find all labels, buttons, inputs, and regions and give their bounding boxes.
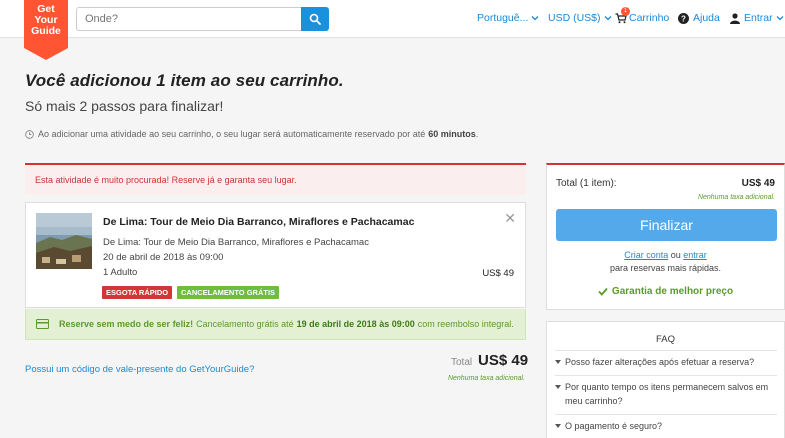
clock-icon (25, 129, 34, 139)
cancellation-banner: Reserve sem medo de ser feliz! Cancelame… (25, 309, 526, 340)
help-icon: ? (678, 12, 689, 24)
faq-title: FAQ (655, 334, 675, 345)
reservation-notice-text: Ao adicionar uma atividade ao seu carrin… (38, 129, 426, 139)
order-summary: Total (1 item): US$ 49 Nenhuma taxa adic… (546, 163, 785, 310)
top-header: Get Your Guide Portuguê... USD (US$) 1 C… (0, 0, 785, 60)
faster-booking-text: para reservas mais rápidas. (609, 263, 722, 273)
chevron-down-icon (776, 16, 784, 21)
create-account-link[interactable]: Criar conta (624, 250, 668, 260)
participants: 1 Adulto (103, 267, 138, 278)
faq-panel: FAQ Posso fazer alterações após efetuar … (546, 321, 785, 438)
chevron-down-icon (531, 16, 539, 21)
login-label: Entrar (744, 12, 773, 24)
total-label: Total (451, 357, 473, 368)
help-link[interactable]: ? Ajuda (678, 12, 720, 24)
logo-text: Get Your Guide (31, 3, 61, 37)
total-value: US$ 49 (478, 352, 529, 369)
reservation-time: 60 minutos (428, 129, 476, 139)
chevron-down-icon (604, 16, 611, 21)
checkout-button[interactable]: Finalizar (556, 209, 777, 241)
summary-no-tax: Nenhuma taxa adicional. (697, 194, 775, 201)
search-icon (309, 13, 321, 25)
svg-text:?: ? (681, 14, 686, 23)
help-label: Ajuda (693, 12, 720, 24)
currency-label: USD (US$) (548, 12, 601, 24)
cancellation-banner-text: Cancelamento grátis até (196, 319, 294, 329)
credit-card-icon (36, 319, 49, 329)
activity-thumbnail[interactable] (36, 213, 92, 269)
checkmark-icon (598, 287, 608, 296)
activity-option: De Lima: Tour de Meio Dia Barranco, Mira… (103, 237, 369, 248)
item-price: US$ 49 (482, 268, 514, 279)
summary-total-label: Total (1 item): (556, 178, 617, 189)
currency-selector[interactable]: USD (US$) (548, 12, 612, 24)
or-text: ou (670, 250, 681, 260)
login-link-inline[interactable]: entrar (683, 250, 707, 260)
cart-count-badge: 1 (621, 6, 630, 16)
page-subtitle: Só mais 2 passos para finalizar! (25, 98, 224, 114)
cart-link[interactable]: 1 Carrinho (615, 6, 670, 24)
remove-item-button[interactable]: ✕ (504, 211, 516, 225)
activity-title[interactable]: De Lima: Tour de Meio Dia Barranco, Mira… (103, 216, 414, 228)
cancellation-deadline: 19 de abril de 2018 às 09:00 (296, 319, 415, 329)
activity-date: 20 de abril de 2018 às 09:00 (103, 252, 224, 263)
language-selector[interactable]: Portuguê... (477, 12, 539, 24)
best-price-guarantee[interactable]: Garantia de melhor preço (547, 286, 784, 297)
selling-fast-badge: ESGOTA RÁPIDO (102, 286, 173, 299)
faq-item[interactable]: Posso fazer alterações após efetuar a re… (555, 350, 777, 369)
account-prompt: Criar conta ou entrar (547, 250, 784, 260)
user-icon (730, 12, 740, 24)
page-title: Você adicionou 1 item ao seu carrinho. (25, 71, 344, 90)
login-link[interactable]: Entrar (730, 12, 784, 24)
popularity-alert-text: Esta atividade é muito procurada! Reserv… (35, 175, 297, 185)
guarantee-label: Garantia de melhor preço (611, 286, 734, 297)
no-tax-note: Nenhuma taxa adicional. (447, 375, 525, 382)
cart-item-card: De Lima: Tour de Meio Dia Barranco, Mira… (25, 202, 526, 308)
language-label: Portuguê... (477, 12, 529, 24)
faq-item[interactable]: Por quanto tempo os itens permanecem sal… (555, 375, 777, 408)
search-button[interactable] (301, 7, 329, 31)
cart-label: Carrinho (629, 12, 670, 24)
summary-total-value: US$ 49 (741, 178, 775, 189)
gift-voucher-link[interactable]: Possui um código de vale-presente do Get… (25, 364, 254, 375)
free-cancellation-badge: CANCELAMENTO GRÁTIS (177, 286, 280, 299)
faq-item[interactable]: O pagamento é seguro? (555, 414, 777, 433)
cancellation-banner-end: com reembolso integral. (417, 319, 514, 329)
reservation-notice: Ao adicionar uma atividade ao seu carrin… (25, 129, 478, 139)
popularity-alert: Esta atividade é muito procurada! Reserv… (25, 163, 526, 195)
reservation-notice-end: . (475, 129, 479, 139)
search-input[interactable] (76, 7, 302, 31)
cancellation-banner-bold: Reserve sem medo de ser feliz! (59, 319, 194, 329)
getyourguide-logo[interactable]: Get Your Guide (24, 0, 68, 60)
